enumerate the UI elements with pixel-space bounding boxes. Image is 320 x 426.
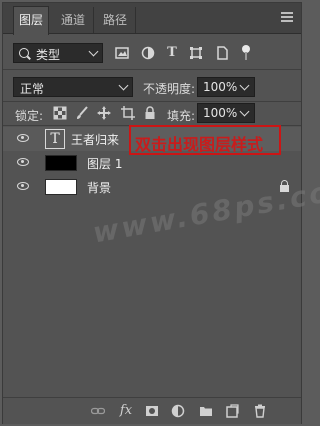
filter-type-select[interactable]: 类型 bbox=[13, 43, 103, 63]
folder-icon[interactable] bbox=[199, 404, 213, 418]
filter-toggle-stem bbox=[245, 52, 247, 60]
mask-icon[interactable] bbox=[145, 404, 159, 418]
layer-thumbnail bbox=[45, 179, 77, 195]
image-filter-icon[interactable] bbox=[115, 46, 129, 60]
search-icon bbox=[19, 48, 29, 58]
lock-label: 锁定: bbox=[15, 109, 44, 123]
visibility-eye-icon[interactable] bbox=[17, 158, 29, 166]
panel-tab-bar: 图层 通道 路径 bbox=[3, 3, 301, 35]
layer-thumbnail bbox=[45, 155, 77, 171]
layer-name: 背景 bbox=[87, 181, 112, 195]
opacity-value: 100% bbox=[203, 80, 238, 94]
annotation-text: 双击出现图层样式 bbox=[135, 135, 264, 154]
trash-icon[interactable] bbox=[253, 404, 267, 418]
visibility-eye-icon[interactable] bbox=[17, 134, 29, 142]
layer-name: 图层 1 bbox=[87, 157, 123, 171]
text-filter-icon[interactable]: T bbox=[165, 46, 179, 60]
adjustment-filter-icon[interactable] bbox=[141, 46, 155, 60]
chevron-down-icon bbox=[118, 80, 129, 91]
tab-layers[interactable]: 图层 bbox=[13, 6, 49, 35]
fill-value: 100% bbox=[203, 106, 238, 120]
tab-paths[interactable]: 路径 bbox=[95, 7, 136, 33]
lock-artboard-icon[interactable] bbox=[121, 106, 135, 120]
filter-row: 类型 T bbox=[3, 41, 301, 67]
bottom-toolbar: fx bbox=[3, 397, 301, 424]
lock-all-icon[interactable] bbox=[143, 106, 157, 120]
layers-panel: 图层 通道 路径 类型 T 正常 不透明度: 100% 锁定: 填充: 100%… bbox=[2, 2, 320, 424]
text-layer-thumbnail: T bbox=[45, 129, 65, 149]
panel-menu-icon[interactable] bbox=[281, 12, 293, 22]
fill-label: 填充: bbox=[167, 109, 196, 123]
chevron-down-icon bbox=[88, 46, 99, 57]
filter-type-label: 类型 bbox=[36, 48, 61, 62]
fx-icon[interactable]: fx bbox=[117, 404, 135, 418]
lock-paint-icon[interactable] bbox=[75, 106, 89, 120]
link-icon[interactable] bbox=[90, 404, 106, 418]
shape-filter-icon[interactable] bbox=[189, 46, 203, 60]
annotation-callout: 双击出现图层样式 bbox=[129, 125, 281, 155]
blend-mode-value: 正常 bbox=[20, 82, 45, 96]
layer-list: T 王者归来 图层 1 背景 bbox=[3, 127, 301, 397]
visibility-eye-icon[interactable] bbox=[17, 182, 29, 190]
divider bbox=[3, 101, 301, 102]
smart-object-filter-icon[interactable] bbox=[215, 46, 229, 60]
layer-name: 王者归来 bbox=[71, 133, 120, 147]
opacity-label: 不透明度: bbox=[143, 82, 196, 96]
new-layer-icon[interactable] bbox=[225, 404, 239, 418]
tab-channels[interactable]: 通道 bbox=[53, 7, 94, 33]
lock-transparent-icon[interactable] bbox=[53, 106, 67, 120]
divider bbox=[3, 69, 301, 70]
lock-position-icon[interactable] bbox=[97, 106, 111, 120]
adjustment-icon[interactable] bbox=[171, 404, 185, 418]
blend-mode-select[interactable]: 正常 bbox=[13, 77, 133, 97]
